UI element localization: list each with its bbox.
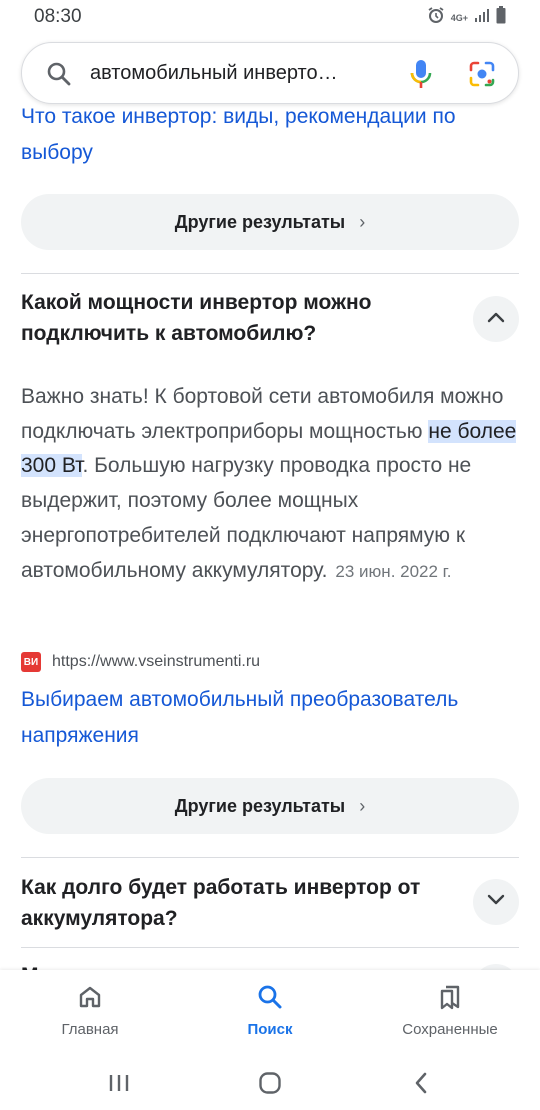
status-time: 08:30 xyxy=(34,6,82,27)
chevron-right-icon: › xyxy=(359,211,366,232)
faq-question-2[interactable]: Как долго будет работать инвертор от акк… xyxy=(21,872,451,934)
more-results-label: Другие результаты xyxy=(174,211,346,232)
faq-answer: Важно знать! К бортовой сети автомобиля … xyxy=(21,380,521,589)
source-title-link[interactable]: Выбираем автомобильный преобразователь н… xyxy=(21,682,521,754)
answer-date: 23 июн. 2022 г. xyxy=(335,561,452,581)
divider xyxy=(21,273,519,274)
source-row[interactable]: ВИ https://www.vseinstrumenti.ru xyxy=(21,652,260,672)
more-results-label: Другие результаты xyxy=(174,795,346,816)
nav-saved[interactable]: Сохраненные xyxy=(360,984,540,1038)
status-icons: 4G+ xyxy=(427,6,506,29)
alarm-icon xyxy=(427,6,445,29)
nav-search-label: Поиск xyxy=(247,1021,293,1038)
home-icon xyxy=(77,984,103,1015)
nav-search[interactable]: Поиск xyxy=(180,984,360,1038)
chevron-down-icon xyxy=(487,893,505,911)
bottom-navigation: Главная Поиск Сохраненные xyxy=(0,970,540,1056)
chevron-right-icon: › xyxy=(359,795,366,816)
faq-question[interactable]: Какой мощности инвертор можно подключить… xyxy=(21,287,451,349)
status-bar: 08:30 4G+ xyxy=(0,0,540,34)
more-results-button-2[interactable]: Другие результаты › xyxy=(21,778,519,834)
divider xyxy=(21,947,519,948)
microphone-icon[interactable] xyxy=(408,58,434,90)
network-type-label: 4G+ xyxy=(450,12,468,23)
search-icon xyxy=(257,984,283,1015)
recent-apps-button[interactable] xyxy=(99,1066,139,1100)
nav-home[interactable]: Главная xyxy=(0,984,180,1038)
search-input[interactable]: автомобильный инверто… xyxy=(90,62,338,85)
home-button[interactable] xyxy=(250,1066,290,1100)
site-favicon: ВИ xyxy=(21,652,41,672)
chevron-up-icon xyxy=(487,310,505,328)
search-icon[interactable] xyxy=(46,61,72,87)
nav-home-label: Главная xyxy=(61,1021,119,1038)
google-lens-icon[interactable] xyxy=(468,60,496,88)
expand-button[interactable] xyxy=(473,879,519,925)
signal-icon xyxy=(474,7,490,28)
search-bar[interactable]: автомобильный инверто… xyxy=(21,42,519,104)
back-button[interactable] xyxy=(401,1066,441,1100)
battery-icon xyxy=(496,6,506,29)
bookmarks-icon xyxy=(437,984,463,1015)
divider xyxy=(21,857,519,858)
previous-result-link[interactable]: Что такое инвертор: виды, рекомендации п… xyxy=(21,104,521,171)
more-results-button[interactable]: Другие результаты › xyxy=(21,194,519,250)
search-results[interactable]: Что такое инвертор: виды, рекомендации п… xyxy=(0,104,540,970)
collapse-button[interactable] xyxy=(473,296,519,342)
system-navigation xyxy=(0,1056,540,1110)
source-url[interactable]: https://www.vseinstrumenti.ru xyxy=(52,653,260,671)
nav-saved-label: Сохраненные xyxy=(402,1021,498,1038)
faq-question-3-partial[interactable]: М xyxy=(21,960,451,970)
